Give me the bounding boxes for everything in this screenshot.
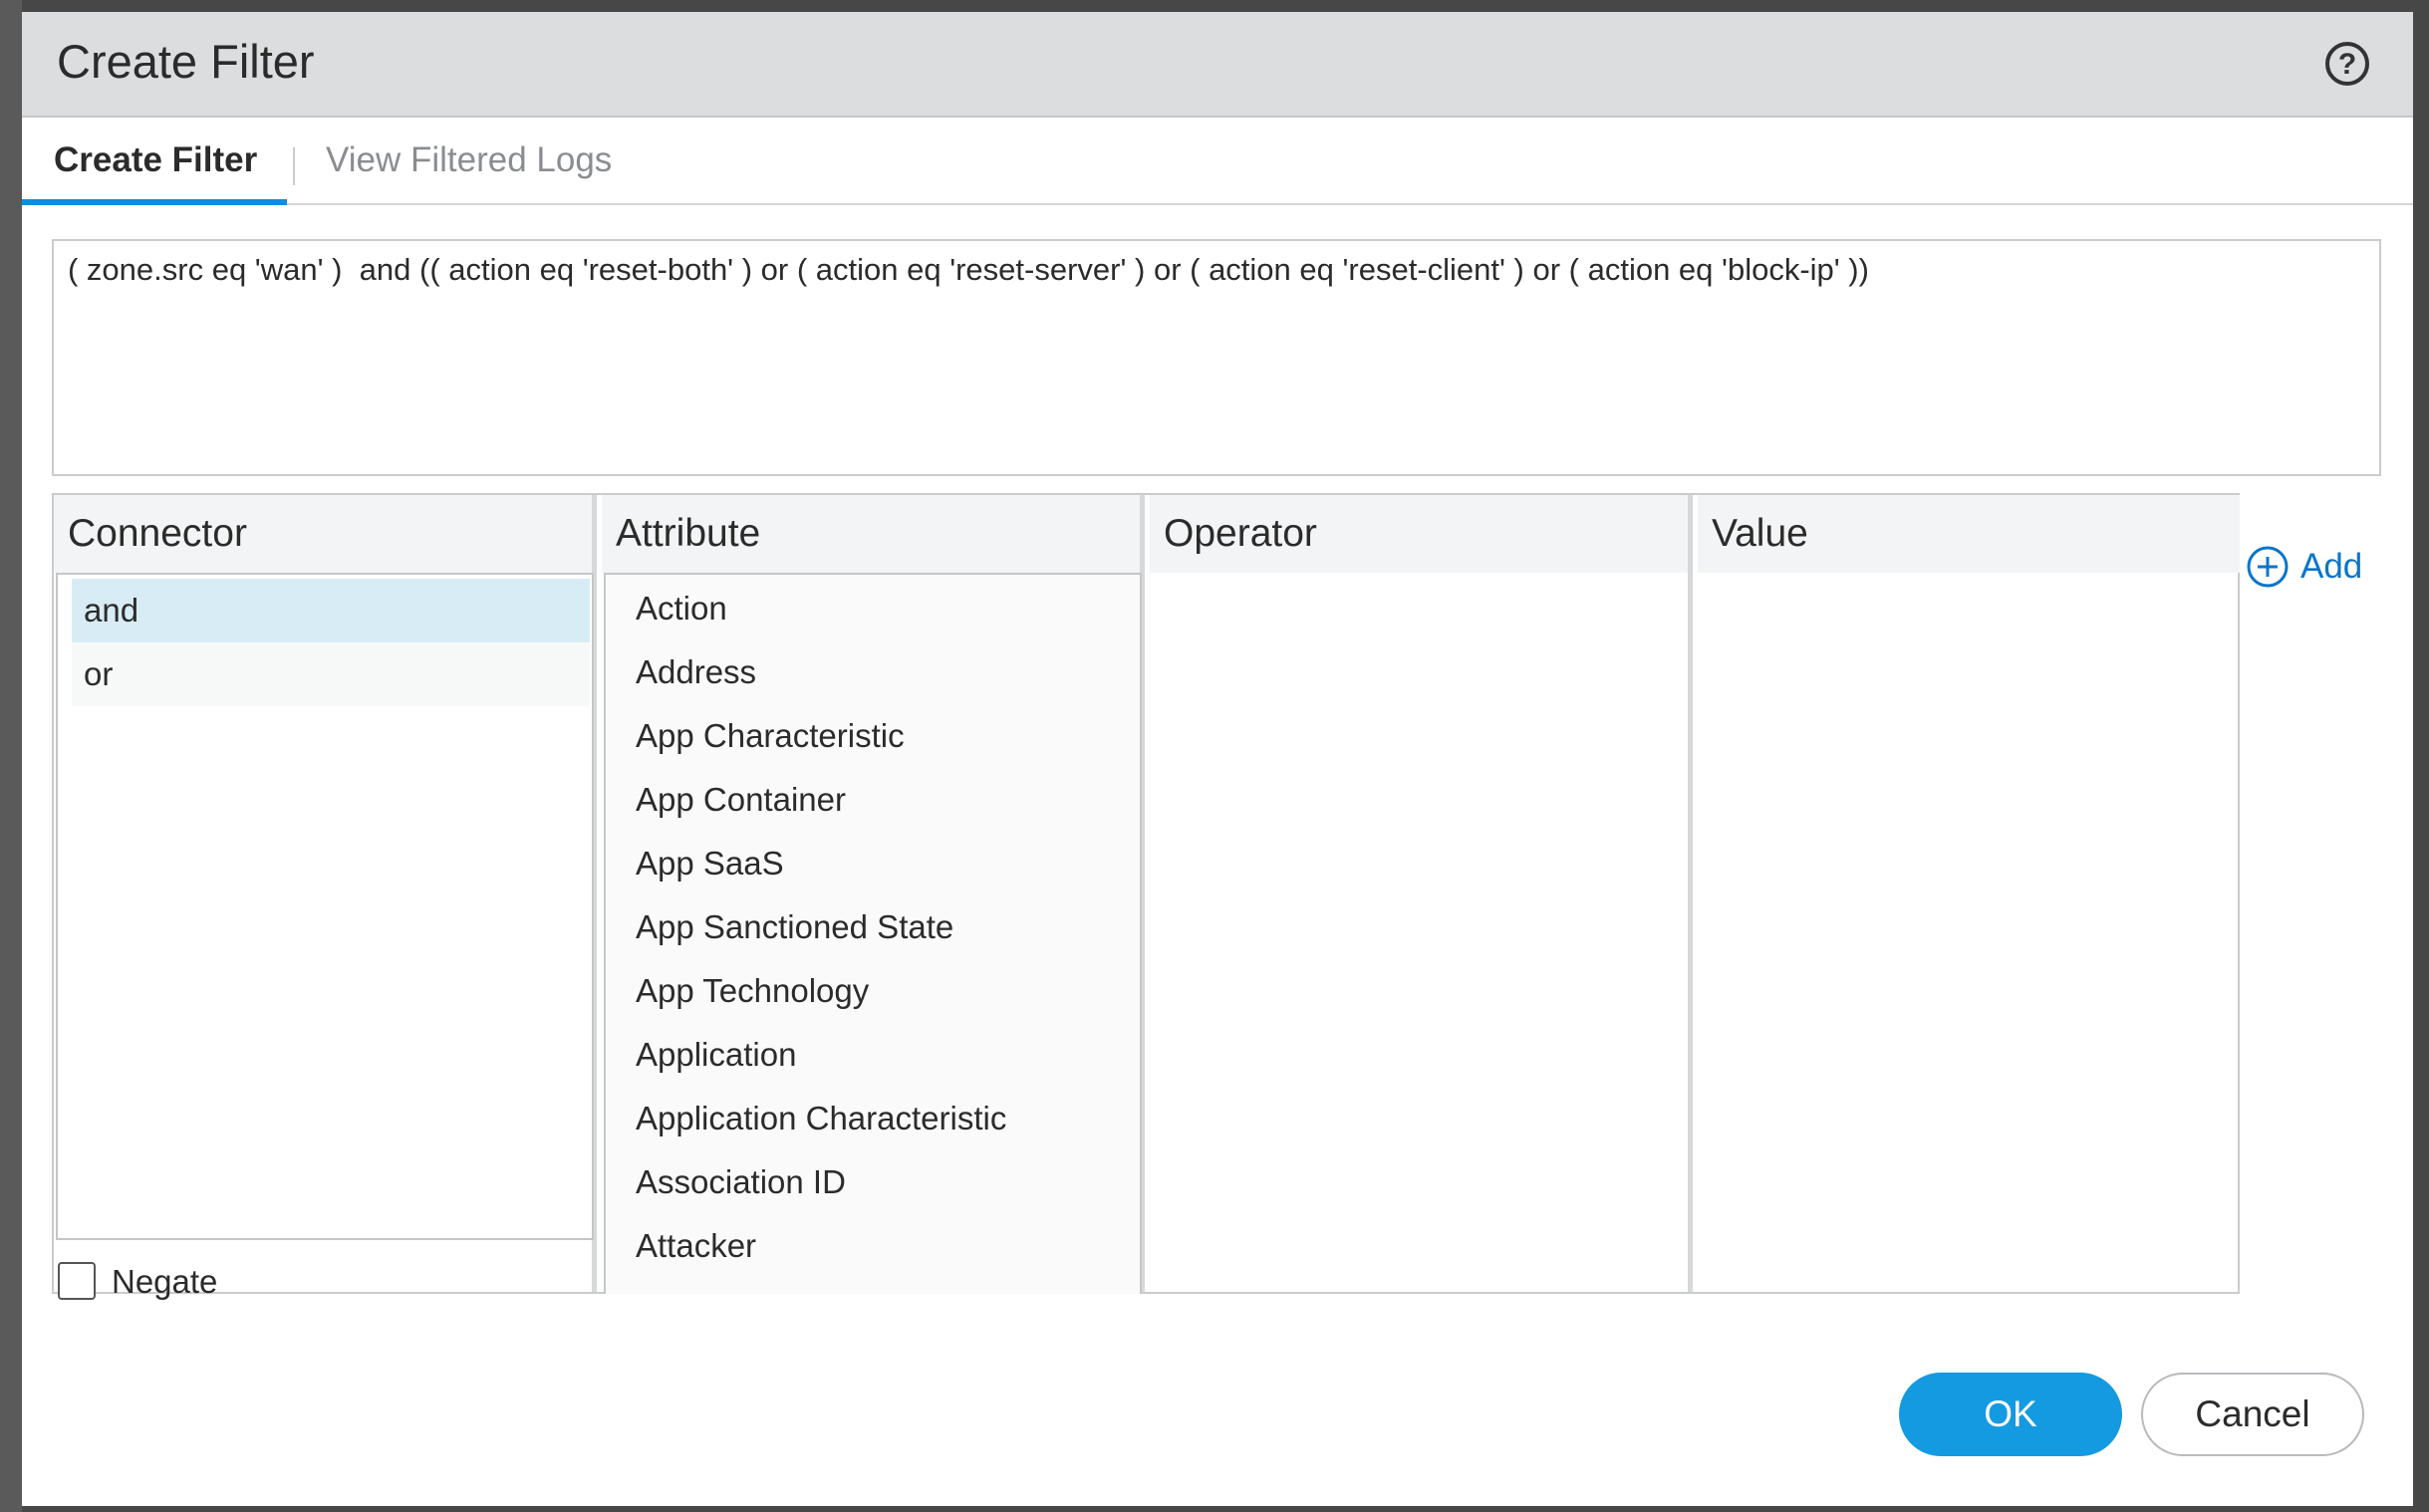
connector-panel: Connector and or Negate [54,495,597,1300]
tab-create-filter[interactable]: Create Filter [54,137,257,183]
value-panel: Value [1698,495,2240,1292]
dialog-tabs: Create Filter View Filtered Logs [22,118,2413,205]
cancel-button[interactable]: Cancel [2141,1373,2364,1456]
attribute-list[interactable]: Action Address App Characteristic App Co… [604,573,1142,1294]
connector-option-and[interactable]: and [72,579,590,642]
attribute-option[interactable]: Address [620,640,1128,704]
add-label: Add [2300,547,2363,586]
dialog-title: Create Filter [57,35,315,88]
operator-header: Operator [1150,495,1688,573]
attribute-option[interactable]: Association ID [620,1150,1128,1214]
active-tab-indicator [22,199,287,205]
plus-circle-icon [2247,546,2289,588]
attribute-option[interactable]: Attacker [620,1214,1128,1278]
value-header: Value [1698,495,2240,573]
background-window-edge [0,0,22,1512]
dialog-titlebar: Create Filter ? [22,12,2413,118]
attribute-option[interactable]: Application Characteristic [620,1087,1128,1150]
attribute-option[interactable]: App Technology [620,959,1128,1023]
negate-checkbox[interactable] [58,1262,96,1300]
filter-builder: Connector and or Negate Attribute Action… [52,493,2240,1300]
connector-list[interactable]: and or [56,573,594,1240]
negate-label: Negate [112,1263,218,1300]
create-filter-dialog: Create Filter ? Create Filter View Filte… [22,12,2413,1506]
attribute-option[interactable]: App Sanctioned State [620,895,1128,959]
operator-panel: Operator [1150,495,1693,1292]
attribute-panel: Attribute Action Address App Characteris… [602,495,1145,1294]
attribute-header: Attribute [602,495,1140,573]
attribute-option[interactable]: App Characteristic [620,704,1128,768]
attribute-option[interactable]: Application [620,1023,1128,1087]
connector-option-or[interactable]: or [72,642,590,706]
attribute-option[interactable]: App SaaS [620,832,1128,895]
ok-button[interactable]: OK [1899,1373,2122,1456]
attribute-option[interactable]: App Container [620,768,1128,832]
help-icon[interactable]: ? [2325,42,2369,86]
tab-divider [293,147,295,185]
connector-header: Connector [54,495,592,573]
tab-view-filtered-logs[interactable]: View Filtered Logs [326,137,612,183]
attribute-option[interactable]: Action [620,577,1128,640]
filter-expression-input[interactable]: ( zone.src eq 'wan' ) and (( action eq '… [52,239,2381,476]
